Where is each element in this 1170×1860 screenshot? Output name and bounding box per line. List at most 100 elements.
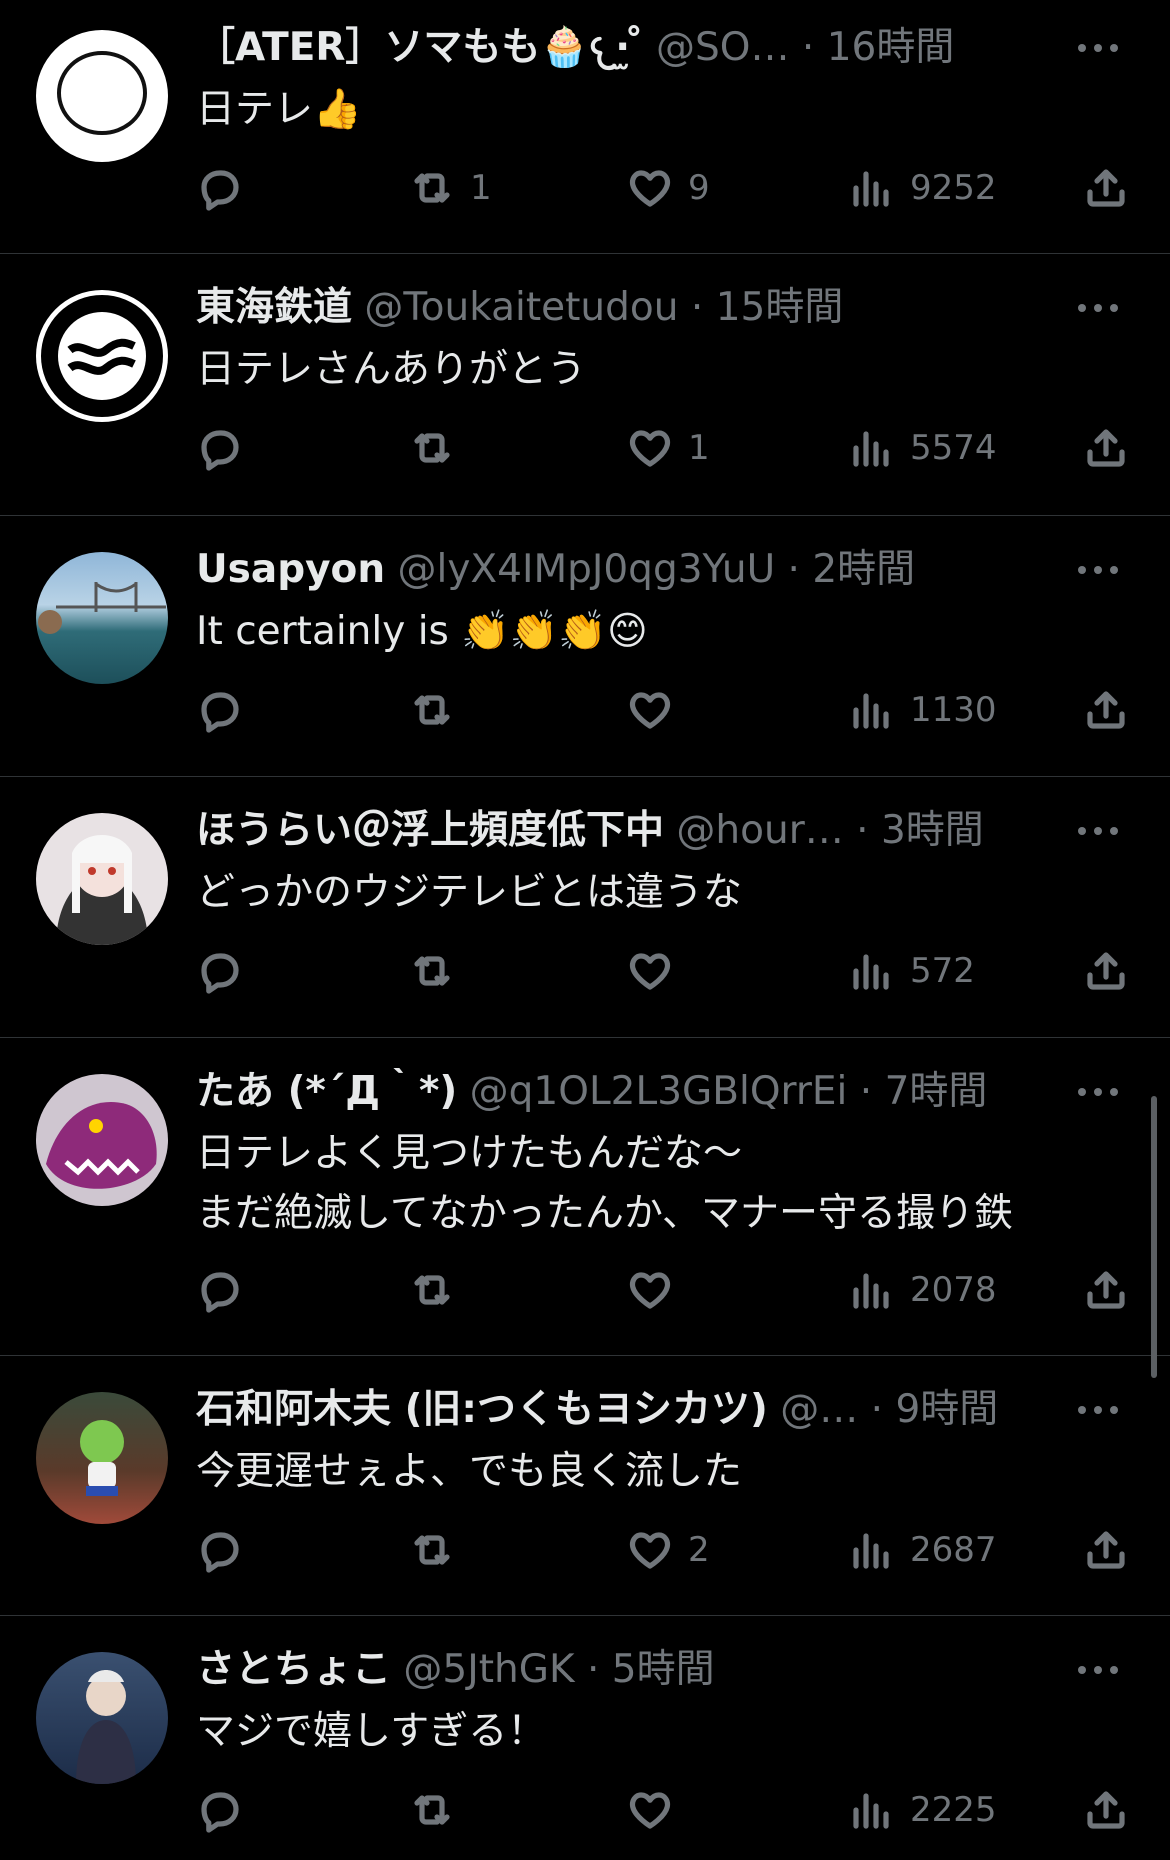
tweet-item[interactable]: ［ATER］ソマもも🧁‪𐔌·̫ ̊ @SO… · 16時間 日テレ👍 1 9 xyxy=(0,0,1170,254)
avatar[interactable] xyxy=(36,290,168,422)
avatar[interactable] xyxy=(36,1392,168,1524)
separator-dot: · xyxy=(870,1387,884,1432)
timestamp[interactable]: 9時間 xyxy=(895,1387,998,1432)
more-button[interactable] xyxy=(1068,1650,1128,1690)
tweet-item[interactable]: 石和阿木夫 (旧:つくもヨシカツ) @… · 9時間 今更遅せぇよ、でも良く流し… xyxy=(0,1356,1170,1616)
reply-icon xyxy=(201,430,239,471)
views-button[interactable]: 572 xyxy=(848,943,975,999)
like-button[interactable]: 2 xyxy=(626,1522,710,1578)
more-button[interactable] xyxy=(1068,288,1128,328)
like-button[interactable]: 9 xyxy=(626,160,710,216)
avatar[interactable] xyxy=(36,1074,168,1206)
display-name[interactable]: ［ATER］ソマもも🧁‪𐔌·̫ ̊ xyxy=(196,25,644,70)
like-button[interactable] xyxy=(626,1262,688,1318)
share-button[interactable] xyxy=(1082,682,1130,738)
user-handle[interactable]: @q1OL2L3GBlQrrEi xyxy=(470,1069,848,1114)
reply-icon xyxy=(201,1792,239,1833)
tweet-item[interactable]: ほうらい＠浮上頻度低下中 @hour… · 3時間 どっかのウジテレビとは違うな xyxy=(0,777,1170,1038)
views-button[interactable]: 9252 xyxy=(848,160,997,216)
tweet-item[interactable]: さとちょこ @5JthGK · 5時間 マジで嬉しすぎる！ 2225 xyxy=(0,1616,1170,1860)
display-name[interactable]: 石和阿木夫 (旧:つくもヨシカツ) xyxy=(196,1387,768,1432)
reply-button[interactable] xyxy=(196,160,258,216)
like-button[interactable] xyxy=(626,1782,688,1838)
views-button[interactable]: 2225 xyxy=(848,1782,997,1838)
views-icon xyxy=(853,431,889,467)
share-button[interactable] xyxy=(1082,1522,1130,1578)
views-button[interactable]: 5574 xyxy=(848,420,997,476)
tweet-header: さとちょこ @5JthGK · 5時間 xyxy=(196,1646,1020,1694)
reply-button[interactable] xyxy=(196,682,258,738)
timestamp[interactable]: 5時間 xyxy=(612,1647,715,1692)
tweet-item[interactable]: たあ (*´Д｀*) @q1OL2L3GBlQrrEi · 7時間 日テレよく見… xyxy=(0,1038,1170,1356)
separator-dot: · xyxy=(859,1069,873,1114)
timestamp[interactable]: 3時間 xyxy=(881,808,984,853)
reply-button[interactable] xyxy=(196,1522,258,1578)
reply-button[interactable] xyxy=(196,1782,258,1838)
user-handle[interactable]: @SO… xyxy=(656,25,789,70)
avatar[interactable] xyxy=(36,30,168,162)
more-icon xyxy=(1078,827,1118,835)
more-icon xyxy=(1078,1406,1118,1414)
display-name[interactable]: Usapyon xyxy=(196,547,385,592)
user-handle[interactable]: @lyX4IMpJ0qg3YuU xyxy=(398,547,776,592)
like-button[interactable] xyxy=(626,943,688,999)
more-button[interactable] xyxy=(1068,1072,1128,1112)
share-button[interactable] xyxy=(1082,160,1130,216)
avatar[interactable] xyxy=(36,1652,168,1784)
tweet-item[interactable]: 東海鉄道 @Toukaitetudou · 15時間 日テレさんありがとう 1 xyxy=(0,254,1170,516)
like-button[interactable]: 1 xyxy=(626,420,710,476)
retweet-button[interactable] xyxy=(408,682,470,738)
share-icon xyxy=(1087,1531,1125,1569)
user-handle[interactable]: @5JthGK xyxy=(403,1647,574,1692)
retweet-button[interactable] xyxy=(408,1262,470,1318)
views-button[interactable]: 2078 xyxy=(848,1262,997,1318)
reply-button[interactable] xyxy=(196,1262,258,1318)
user-handle[interactable]: @Toukaitetudou xyxy=(364,285,678,330)
timestamp[interactable]: 2時間 xyxy=(812,547,915,592)
share-icon xyxy=(1087,952,1125,990)
tweet-header: 東海鉄道 @Toukaitetudou · 15時間 xyxy=(196,284,1020,332)
share-button[interactable] xyxy=(1082,1782,1130,1838)
retweet-icon xyxy=(414,956,450,986)
like-button[interactable] xyxy=(626,682,688,738)
user-handle[interactable]: @… xyxy=(780,1387,858,1432)
timestamp[interactable]: 15時間 xyxy=(716,285,844,330)
more-button[interactable] xyxy=(1068,550,1128,590)
share-button[interactable] xyxy=(1082,420,1130,476)
tweet-item[interactable]: Usapyon @lyX4IMpJ0qg3YuU · 2時間 It certai… xyxy=(0,516,1170,777)
views-button[interactable]: 2687 xyxy=(848,1522,997,1578)
retweet-button[interactable] xyxy=(408,1522,470,1578)
share-icon xyxy=(1087,1791,1125,1829)
display-name[interactable]: たあ (*´Д｀*) xyxy=(196,1069,457,1114)
user-handle[interactable]: @hour… xyxy=(676,808,843,853)
display-name[interactable]: ほうらい＠浮上頻度低下中 xyxy=(196,808,664,853)
tweet-header: 石和阿木夫 (旧:つくもヨシカツ) @… · 9時間 xyxy=(196,1386,1020,1434)
timestamp[interactable]: 7時間 xyxy=(885,1069,988,1114)
reply-button[interactable] xyxy=(196,943,258,999)
more-button[interactable] xyxy=(1068,811,1128,851)
display-name[interactable]: 東海鉄道 xyxy=(196,285,352,330)
reply-icon xyxy=(201,1532,239,1573)
retweet-button[interactable]: 1 xyxy=(408,160,492,216)
scrollbar[interactable] xyxy=(1151,1096,1157,1378)
tweet-actions: 1 5574 xyxy=(196,420,1140,476)
retweet-button[interactable] xyxy=(408,943,470,999)
reply-button[interactable] xyxy=(196,420,258,476)
retweet-button[interactable] xyxy=(408,1782,470,1838)
more-icon xyxy=(1078,1666,1118,1674)
timestamp[interactable]: 16時間 xyxy=(827,25,955,70)
view-count: 2687 xyxy=(910,1530,997,1570)
display-name[interactable]: さとちょこ xyxy=(196,1647,391,1692)
share-button[interactable] xyxy=(1082,1262,1130,1318)
view-count: 5574 xyxy=(910,428,997,468)
retweet-button[interactable] xyxy=(408,420,470,476)
more-button[interactable] xyxy=(1068,1390,1128,1430)
avatar[interactable] xyxy=(36,813,168,945)
share-icon xyxy=(1087,691,1125,729)
avatar[interactable] xyxy=(36,552,168,684)
views-button[interactable]: 1130 xyxy=(848,682,997,738)
tweet-header: たあ (*´Д｀*) @q1OL2L3GBlQrrEi · 7時間 xyxy=(196,1068,1020,1116)
share-button[interactable] xyxy=(1082,943,1130,999)
separator-dot: · xyxy=(801,25,815,70)
more-button[interactable] xyxy=(1068,28,1128,68)
